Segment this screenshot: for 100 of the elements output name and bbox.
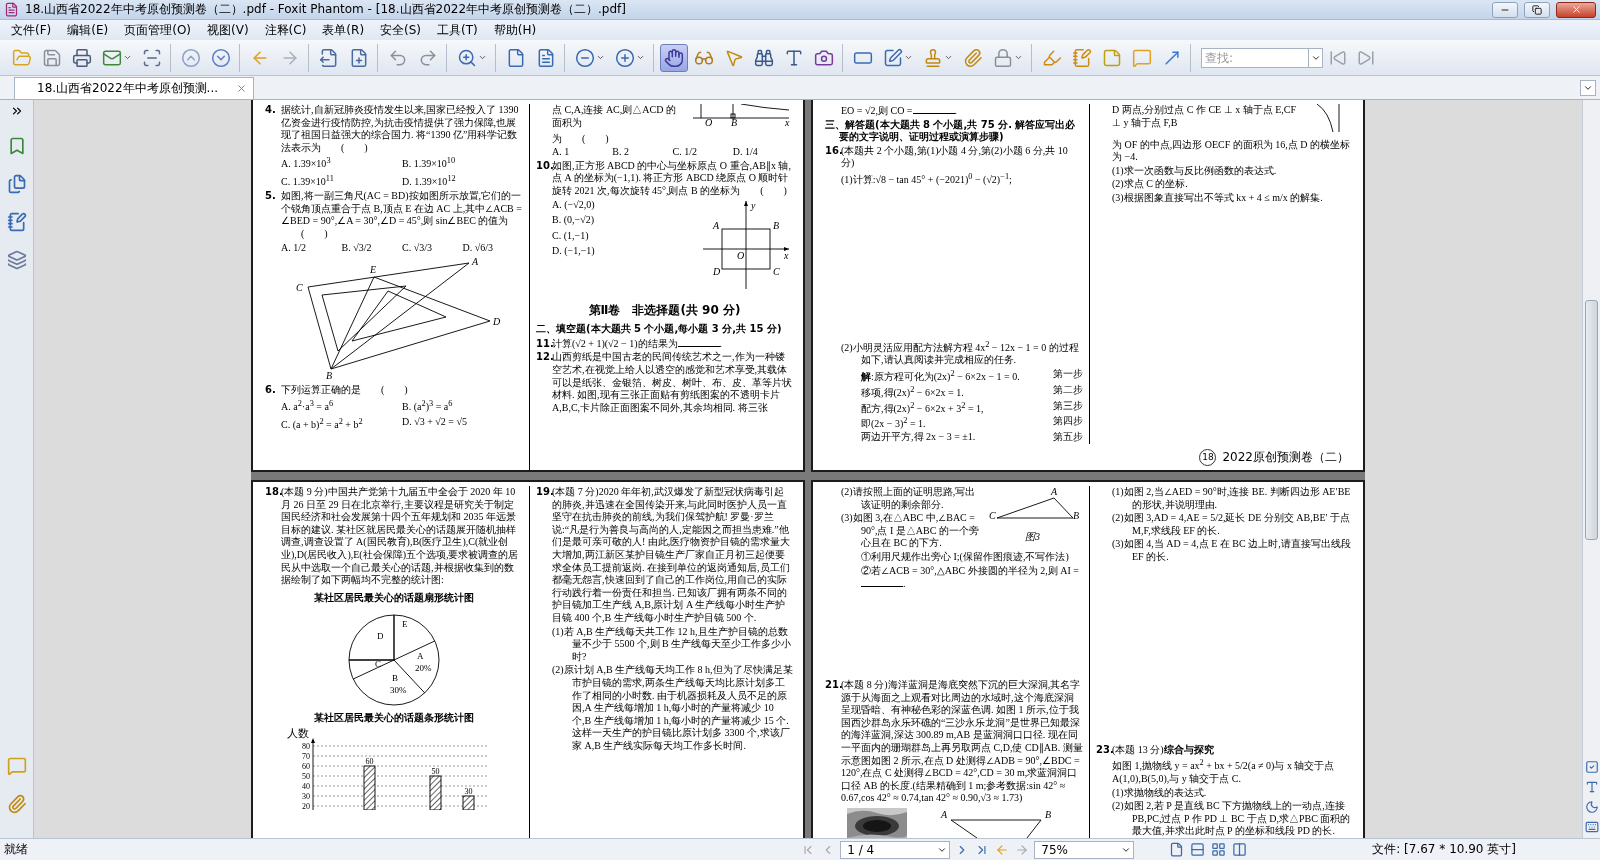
notebook-icon bbox=[1072, 47, 1092, 68]
continuous-button[interactable] bbox=[1189, 841, 1207, 858]
paragraph-text: D 两点,分别过点 C 作 CE ⊥ x 轴于点 E,CF ⊥ y 轴于点 F,B bbox=[1111, 104, 1297, 130]
solution-step: 配方,得(2x)$^{2}$ − 6×2x + 3$^{2}$ = 1, bbox=[861, 399, 1047, 416]
page-export-icon bbox=[319, 47, 339, 68]
part-title: 第Ⅱ卷 非选择题(共 90 分) bbox=[587, 303, 742, 317]
tab-menu-button[interactable] bbox=[1580, 80, 1596, 96]
paragraph-text: 为 ( ) bbox=[551, 132, 610, 146]
answer-option: A. 1 bbox=[552, 146, 570, 159]
answer-option: D. 1.39×10$^{12}$ bbox=[402, 173, 456, 190]
section-heading: 二、填空题(本大题共 5 个小题,每小题 3 分,共 15 分) bbox=[536, 323, 783, 336]
checkbox-icon[interactable] bbox=[1584, 760, 1599, 774]
cover-button[interactable] bbox=[1231, 841, 1249, 858]
previous-icon bbox=[1329, 48, 1347, 67]
answer-option: A. 1.39×10$^{3}$ bbox=[281, 155, 331, 172]
bar-value-label: 30 bbox=[464, 786, 473, 796]
menu-item[interactable]: 视图(V) bbox=[200, 21, 256, 39]
paperclip-icon bbox=[963, 47, 983, 68]
question-text: 19.(本题 7 分)2020 年年初,武汉爆发了新型冠状病毒引起的肺炎,并迅速在全国传染开来,与此同时医护人员一直坚守在抗击肺炎的前线,为我们保驾护航! 罗曼·罗兰说:“凡是行为善良与高尚的人,定能因之而担当患难.”他们是最可亲可敬的人! 由此,医疗物资护目镜的需求量大大增加,两江新区某护目镜生产厂家自正月初三起便要求全体员工提前返岗. 在接到单位的返岗通知后,员工们都毫无怨言,快速回到了自己的工作岗位,用自己的实际行动践行着一份责任和担当. 已知该厂拥有两条不同的护目镜加工生产线 A,B,原计划 A 生产线每小时生产护目镜 400 个,B 生产线每小时生产护目镜 500 个. bbox=[536, 486, 792, 625]
menu-item[interactable]: 表单(R) bbox=[315, 21, 372, 39]
paragraph-text: (3)根据图象直接写出不等式 kx + 4 ≤ m/x 的解集. bbox=[1111, 191, 1324, 205]
menu-item[interactable]: 工具(T) bbox=[430, 21, 485, 39]
minimize-button[interactable] bbox=[1492, 1, 1518, 18]
paragraph-text: (1)求一次函数与反比例函数的表达式. bbox=[1111, 164, 1278, 178]
bar bbox=[462, 795, 475, 810]
section-heading: 三、解答题(本大题共 8 个小题,共 75 分. 解答应写出必要的文字说明、证明过程或演算步骤) bbox=[825, 118, 1077, 144]
restore-icon bbox=[1532, 4, 1542, 15]
paragraph-text: 点 C,A,连接 AC,则△ACD 的面积为 bbox=[551, 104, 677, 130]
file-size-text: 文件: [7.67 * 10.90 英寸] bbox=[1372, 841, 1516, 858]
tick-label: 50 bbox=[302, 771, 310, 781]
text-icon[interactable] bbox=[1584, 780, 1599, 794]
up-icon bbox=[181, 47, 201, 68]
moon-icon[interactable] bbox=[1584, 800, 1599, 814]
app-icon bbox=[4, 2, 19, 17]
answer-option: C. 1/2 bbox=[672, 146, 697, 159]
grid-icon bbox=[1211, 842, 1227, 857]
paragraph-text: (1)求抛物线的表达式. bbox=[1111, 786, 1208, 800]
bar bbox=[429, 775, 442, 810]
next-icon bbox=[1357, 48, 1375, 67]
answer-option: B. 1.39×10$^{10}$ bbox=[402, 155, 456, 172]
close-icon bbox=[1570, 4, 1582, 15]
question-text: 10.如图,正方形 ABCD 的中心与坐标原点 O 重合,AB∥x 轴,点 A 的坐标为(−1,1). 将正方形 ABCD 绕原点 O 顺时针旋转 2021 次,每次旋转 45°,则点 B 的坐标为 ( ) bbox=[536, 159, 792, 198]
page-icon bbox=[506, 47, 526, 68]
caret-icon bbox=[123, 53, 132, 62]
solution-step: 即(2x − 3)$^{2}$ = 1. bbox=[861, 415, 1047, 432]
stamp-icon bbox=[923, 47, 943, 68]
zoom-field[interactable]: 75% bbox=[1034, 840, 1135, 859]
answer-option: C. 1.39×10$^{11}$ bbox=[281, 173, 334, 190]
toolbar-button[interactable] bbox=[660, 43, 688, 72]
page-number-field[interactable]: 1 / 4 bbox=[840, 840, 951, 859]
answer-option: B. (0,−√2) bbox=[552, 214, 595, 227]
menu-item[interactable]: 帮助(H) bbox=[486, 21, 544, 39]
solution-step: 两边开平方,得 2x − 3 = ±1. bbox=[861, 431, 1047, 444]
pages-icon bbox=[6, 174, 27, 194]
menu-item[interactable]: 注释(C) bbox=[257, 21, 314, 39]
answer-option: C. (1,−1) bbox=[552, 229, 595, 243]
answer-option: D. √6/3 bbox=[462, 241, 493, 255]
sub-question-text: (2)原计划 A,B 生产线每天均工作 8 h,但为了尽快满足某市护目镜的需求,两条生产线每天均比原计划多工作了相同的小时数. 由于机器损耗及人员不足的原因,A 生产线每增加 1 h,每小时的产量将减少 10 个,B 生产线每增加 1 h,每小时的产量将减少 15 个. 这样一天生产的护目镜比原计划多 3300 个,求该厂家 A,B 生产线实际每天均工作多长时间. bbox=[551, 664, 793, 753]
document-tab[interactable]: 18.山西省2022年中考原创预测... bbox=[14, 77, 255, 99]
sub-question-text: ②若∠ACB = 30°,△ABC 外接圆的半径为 2,则 AI = . bbox=[860, 564, 1080, 592]
triangle-drawing: A C B 图3 bbox=[989, 486, 1083, 544]
caret-icon bbox=[636, 53, 645, 62]
notebook-icon bbox=[6, 212, 27, 232]
note-icon bbox=[1102, 47, 1122, 68]
axis-title: 人数 bbox=[287, 726, 309, 739]
search-field[interactable]: 查找: bbox=[1201, 47, 1309, 68]
zoom-out-icon bbox=[575, 47, 595, 68]
sub-question-text: (3)如图 4,当 AD = 4,点 E 在 BC 边上时,请直接写出线段 EF 的长. bbox=[1111, 538, 1352, 564]
page-footer-title: 2022原创预测卷（二） bbox=[1222, 450, 1349, 464]
keyboard-icon[interactable] bbox=[1584, 820, 1599, 834]
caret-icon bbox=[478, 53, 487, 62]
close-button[interactable] bbox=[1556, 1, 1596, 18]
restore-button[interactable] bbox=[1524, 1, 1550, 18]
step-label: 第五步 bbox=[1053, 431, 1083, 444]
close-icon bbox=[236, 83, 248, 94]
menu-item[interactable]: 页面管理(O) bbox=[117, 21, 199, 39]
tick-label: 80 bbox=[302, 741, 310, 751]
solution-step: 移项,得(2x)$^{2}$ − 6×2x = 1. bbox=[861, 383, 1047, 400]
answer-option: B. 2 bbox=[612, 146, 629, 159]
search-dropdown-button[interactable] bbox=[1309, 47, 1323, 68]
question-text: 6. 下列运算正确的是 ( ) bbox=[265, 384, 409, 397]
step-label: 第二步 bbox=[1053, 383, 1083, 397]
solution-step: 解:原方程可化为(2x)$^{2}$ − 6×2x − 1 = 0. bbox=[861, 367, 1047, 384]
menu-item[interactable]: 安全(S) bbox=[373, 21, 429, 39]
page-icon bbox=[1169, 842, 1185, 857]
answer-option: D. 1/4 bbox=[732, 146, 758, 159]
zoom-in-icon bbox=[615, 47, 635, 68]
sub-question-text: (2)请按照上面的证明思路,写出该证明的剩余部分. bbox=[840, 486, 977, 512]
sub-question-text: (1)如图 2,当∠AED = 90°时,连接 BE. 判断四边形 AE′BE 的形状,并说明理由. bbox=[1111, 486, 1352, 512]
tick-label: 60 bbox=[302, 761, 310, 771]
menu-item[interactable]: 文件(F) bbox=[4, 21, 59, 39]
chart-title: 某社区居民最关心的话题扇形统计图 bbox=[313, 591, 475, 605]
menu-item[interactable]: 编辑(E) bbox=[60, 21, 116, 39]
facing-button[interactable] bbox=[1210, 841, 1228, 858]
answer-option: A. (−√2,0) bbox=[552, 198, 595, 212]
scrollbar-thumb[interactable] bbox=[1585, 300, 1598, 540]
tick-label: 70 bbox=[302, 751, 310, 761]
sub-question-text: ①利用尺规作出旁心 I;(保留作图痕迹,不写作法) bbox=[860, 550, 1070, 564]
hand-icon bbox=[664, 47, 684, 68]
question-text: 21.(本题 8 分)海洋蓝洞是海底突然下沉的巨大深洞,其名字源于从海面之上观看对比周边的水域时,这个海底深洞呈现昏暗、有神秘色彩的深蓝色调. 如图 1 所示,位于我国西沙群岛永乐环礁的“三沙永乐龙洞”是世界已知最深的海洋蓝洞,深达 300.89 m,AB 是蓝洞洞口口径. 现在同一平面内的珊瑚群岛上再另取两点 C,D,使 CD∥AB. 测量示意图如图 2 所示,在点 D 处测得∠ADB = 90°,∠BDC = 120°,在点 C 处测得∠BCD = 42°,CD = 30 m,求蓝洞洞口口径 AB 的长度.(结果精确到 1 m;参考数据:sin 42° ≈ 0.67,cos 42° ≈ 0.74,tan 42° ≈ 0.90,√3 ≈ 1.73) bbox=[825, 679, 1083, 805]
